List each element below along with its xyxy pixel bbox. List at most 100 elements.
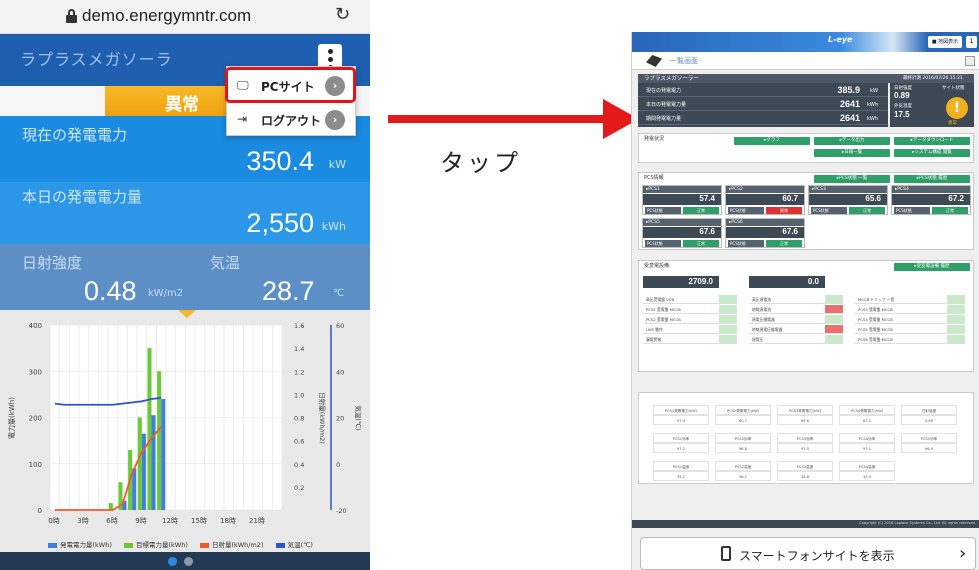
data-output-button[interactable]: ▸データ出力 xyxy=(814,137,890,145)
page: demo.energymntr.com ↻ ラプラスメガソーラ 異常 現在の発電… xyxy=(0,0,979,570)
pcs-history-button[interactable]: ▸PCS状態 履歴 xyxy=(894,175,970,183)
graph-button[interactable]: ▸グラフ xyxy=(734,137,810,145)
pcs-state-label: PCS状態 xyxy=(728,207,764,214)
y-right-tick-label: 1.2 xyxy=(294,368,304,376)
rec-cell: PCS4 受電盤 MCCB xyxy=(855,315,947,324)
energy-today-value: 2,550 xyxy=(246,208,314,238)
site-title: ラプラスメガソーラ xyxy=(20,50,173,69)
rec-cell: 過電圧 xyxy=(749,335,825,344)
y-right2-tick-label: 60 xyxy=(336,322,344,330)
system-config-button[interactable]: ▸システム構成 閲覧 xyxy=(894,149,970,157)
meter-box: 0.0 xyxy=(749,276,825,288)
rec-flag xyxy=(825,315,843,324)
y-right-tick-label: 0.8 xyxy=(294,415,304,423)
x-tick-label: 3時 xyxy=(77,517,88,525)
rec-flag xyxy=(947,325,965,334)
table-cell: 65.6 xyxy=(777,415,833,425)
x-tick-label: 6時 xyxy=(106,517,117,525)
rec-flag-alarm xyxy=(825,305,843,314)
weather-status-box: 日射強度 0.89 外気温度 17.5 サイト状態 ! 異常 xyxy=(890,83,974,127)
table-header: PCS1温度 xyxy=(653,461,709,471)
irradiance-label: 日射強度 xyxy=(22,254,83,272)
pcs-name: ▸PCS1 xyxy=(643,186,721,193)
x-tick-label: 21時 xyxy=(249,517,265,525)
rec-flag xyxy=(947,305,965,314)
temperature-label: 気温 xyxy=(210,254,241,272)
site-status-label: サイト状態 xyxy=(942,86,965,91)
stat-row: 本日の発電電力量 2641 kWh xyxy=(638,98,888,111)
pcs-card[interactable]: ▸PCS2 60.7 PCS状態 異常 xyxy=(725,185,805,215)
arrow-shaft xyxy=(388,115,606,123)
pcs-card[interactable]: ▸PCS5 67.6 PCS状態 正常 xyxy=(642,218,722,248)
irradiance-unit: kW/m2 xyxy=(148,288,184,299)
smartphone-site-button[interactable]: スマートフォンサイトを表示 › xyxy=(640,537,976,570)
menu-item-logout[interactable]: ⇥ ログアウト › xyxy=(227,103,357,137)
legend-item: 発電電力量(kWh) xyxy=(48,539,112,549)
table-cell: 36.1 xyxy=(715,471,771,481)
temperature-unit: ℃ xyxy=(333,288,345,299)
stat-value: 2641 xyxy=(839,113,860,123)
pcs-card[interactable]: ▸PCS3 65.6 PCS状態 正常 xyxy=(808,185,888,215)
pcs-value: 67.2 xyxy=(948,194,964,203)
pcs-state: 正常 xyxy=(849,207,885,214)
rec-cell: 高圧受電盤 VCB xyxy=(643,295,719,304)
stat-value: 385.9 xyxy=(837,85,860,95)
receiving-section: 受変電設備 ▸受変電設備 履歴 2709.0 0.0 高圧受電盤 VCB PCS… xyxy=(638,260,974,372)
bar-generation xyxy=(151,415,156,510)
site-status: 異常 xyxy=(948,121,957,126)
pcs-state-label: PCS状態 xyxy=(811,207,847,214)
table-cell: 34.8 xyxy=(777,471,833,481)
power-now-unit: kW xyxy=(328,158,346,171)
pcs-state-label: PCS状態 xyxy=(645,240,681,247)
pcs-name: ▸PCS2 xyxy=(726,186,804,193)
rec-cell: PCS3 受電盤 MCCB xyxy=(855,305,947,314)
logout-icon: ⇥ xyxy=(237,112,248,126)
download-button[interactable]: ▸データダウンロード xyxy=(894,137,970,145)
pcs-card[interactable]: ▸PCS6 67.6 PCS状態 正常 xyxy=(725,218,805,248)
window-icon[interactable] xyxy=(965,56,975,66)
map-button[interactable]: ■ 地図表示 xyxy=(928,36,962,48)
pcs-list-button[interactable]: ▸PCS状態 一覧 xyxy=(814,175,890,183)
brand-logo: L-eye xyxy=(828,35,853,44)
y-tick-label: 400 xyxy=(29,322,42,330)
browser-address-bar[interactable]: demo.energymntr.com ↻ xyxy=(0,0,370,34)
y-tick-label: 0 xyxy=(38,507,42,515)
rec-flag xyxy=(825,335,843,344)
plant-header: ラプラスメガソーラー 最終計測 2016/07/26 15:21 xyxy=(638,74,974,83)
table-header: PCS3効率 xyxy=(777,433,833,443)
user-button[interactable]: 1 xyxy=(966,36,977,48)
pcs-state: 正常 xyxy=(683,207,719,214)
page-dot[interactable] xyxy=(184,557,193,566)
table-header: PCS1効率 xyxy=(653,433,709,443)
warning-icon: ! xyxy=(946,97,968,119)
table-cell: 97.1 xyxy=(839,443,895,453)
daily-report-button[interactable]: ▸日報一覧 xyxy=(814,149,890,157)
y-right2-tick-label: 40 xyxy=(336,368,344,376)
y-right-tick-label: 0.2 xyxy=(294,484,304,492)
smartphone-screen: demo.energymntr.com ↻ ラプラスメガソーラ 異常 現在の発電… xyxy=(0,0,370,570)
reload-icon[interactable]: ↻ xyxy=(335,4,350,25)
temperature-value: 28.7 xyxy=(262,276,315,306)
bar-target xyxy=(137,417,142,510)
rec-flag xyxy=(947,335,965,344)
meter-box: 2709.0 xyxy=(643,276,719,288)
stat-row: 期間発電電力量 2641 kWh xyxy=(638,112,888,125)
table-header: PCS2温度 xyxy=(715,461,771,471)
table-cell: 35.5 xyxy=(839,471,895,481)
pcs-state: 異常 xyxy=(766,207,802,214)
pcs-card[interactable]: ▸PCS1 57.4 PCS状態 正常 xyxy=(642,185,722,215)
y-right2-tick-label: 20 xyxy=(336,415,344,423)
x-tick-label: 12時 xyxy=(162,517,178,525)
receiving-history-button[interactable]: ▸受変電設備 履歴 xyxy=(894,263,970,271)
pcs-state: 正常 xyxy=(766,240,802,247)
table-cell: 0.89 xyxy=(901,415,957,425)
table-header: PCS3温度 xyxy=(777,461,833,471)
pcs-card[interactable]: ▸PCS4 67.2 PCS状態 正常 xyxy=(891,185,971,215)
energy-today-unit: kWh xyxy=(321,220,346,233)
logo-icon xyxy=(646,55,662,67)
page-dot-active[interactable] xyxy=(168,557,177,566)
rec-cell: 地絡過電圧継電器 xyxy=(749,325,825,334)
rec-flag xyxy=(719,325,737,334)
tap-caption: タップ xyxy=(440,149,521,177)
rec-cell: PCS5 受電盤 MCCB xyxy=(855,325,947,334)
